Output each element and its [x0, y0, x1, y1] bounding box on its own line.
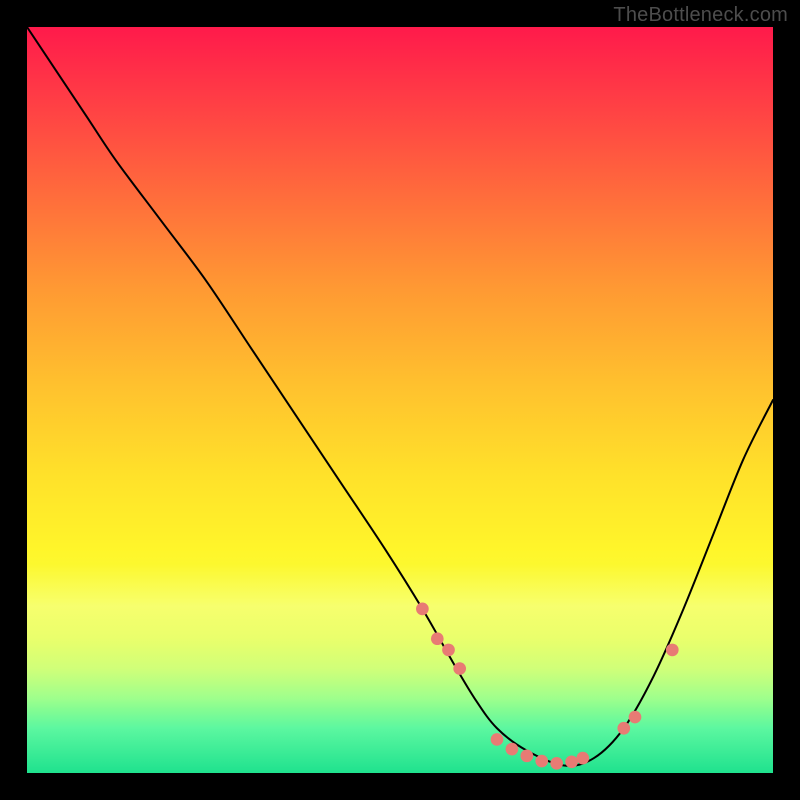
- marker-dot: [550, 757, 563, 770]
- marker-dot: [629, 711, 642, 724]
- marker-dot: [453, 662, 466, 675]
- marker-dot: [666, 644, 679, 657]
- curve-svg: [27, 27, 773, 773]
- marker-dot: [576, 752, 589, 765]
- marker-dot: [431, 632, 444, 645]
- marker-dot: [535, 755, 548, 768]
- marker-dot: [416, 603, 429, 616]
- marker-dot: [442, 644, 455, 657]
- curve-markers: [416, 603, 679, 770]
- marker-dot: [491, 733, 504, 746]
- bottleneck-curve-line: [27, 27, 773, 766]
- marker-dot: [617, 722, 630, 735]
- marker-dot: [565, 755, 578, 768]
- marker-dot: [520, 750, 533, 763]
- plot-area: [27, 27, 773, 773]
- chart-stage: TheBottleneck.com: [0, 0, 800, 800]
- marker-dot: [506, 743, 519, 756]
- watermark-text: TheBottleneck.com: [613, 4, 788, 27]
